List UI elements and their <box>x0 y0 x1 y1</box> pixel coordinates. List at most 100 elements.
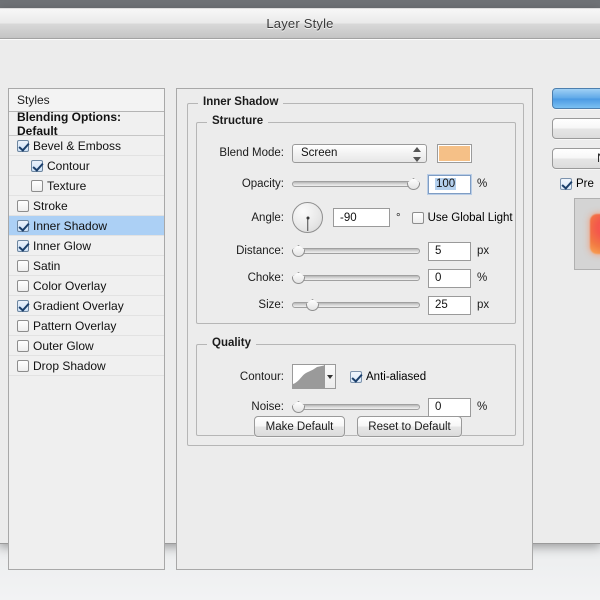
style-enable-checkbox[interactable] <box>17 279 29 292</box>
opacity-input[interactable]: 100 <box>428 174 471 194</box>
style-enable-checkbox[interactable] <box>17 239 29 252</box>
sidebar-item-satin[interactable]: Satin <box>9 256 164 276</box>
angle-input[interactable]: -90 <box>333 208 390 227</box>
size-input[interactable]: 25 <box>428 295 471 315</box>
sidebar-item-outer-glow[interactable]: Outer Glow <box>9 336 164 356</box>
size-slider-knob[interactable] <box>306 299 319 311</box>
blending-options-row[interactable]: Blending Options: Default <box>9 110 164 138</box>
quality-group-title: Quality <box>207 337 256 349</box>
contour-curve-icon <box>293 365 324 388</box>
preview-row: Pre <box>560 178 600 190</box>
size-unit: px <box>477 299 490 311</box>
sidebar-item-contour[interactable]: Contour <box>9 156 164 176</box>
sidebar-item-label: Satin <box>33 258 61 273</box>
noise-slider[interactable] <box>292 400 420 414</box>
noise-label: Noise: <box>251 401 284 413</box>
sidebar-item-stroke[interactable]: Stroke <box>9 196 164 216</box>
distance-input[interactable]: 5 <box>428 241 471 261</box>
preview-checkbox[interactable] <box>560 178 572 190</box>
style-enable-checkbox[interactable] <box>17 259 29 272</box>
style-enable-checkbox[interactable] <box>17 299 29 312</box>
distance-slider-knob[interactable] <box>292 245 305 257</box>
contour-curve-thumbnail <box>293 365 324 388</box>
angle-label: Angle: <box>251 211 284 224</box>
opacity-unit: % <box>477 178 488 190</box>
sidebar-item-label: Texture <box>47 178 87 193</box>
blend-mode-select[interactable]: Screen <box>292 143 427 163</box>
new-style-button[interactable]: New S <box>552 148 600 169</box>
ok-button[interactable]: O <box>552 88 600 109</box>
size-value: 25 <box>435 299 448 311</box>
opacity-slider-knob[interactable] <box>407 178 420 190</box>
style-enable-checkbox[interactable] <box>17 139 29 152</box>
inner-shadow-group: Inner Shadow Structure Blend Mode: Scree… <box>187 96 524 446</box>
cancel-button[interactable]: Can <box>552 118 600 139</box>
styles-list: Bevel & Emboss Contour Texture Stroke Inner … <box>9 136 164 376</box>
angle-dial[interactable] <box>292 202 323 233</box>
shadow-color-swatch[interactable] <box>437 143 472 163</box>
use-global-light-checkbox[interactable] <box>411 211 424 224</box>
styles-panel-title: Styles <box>17 93 50 107</box>
choke-row: Choke: 0 % <box>197 268 517 288</box>
choke-label: Choke: <box>247 272 284 284</box>
style-enable-checkbox[interactable] <box>31 159 43 172</box>
contour-preset-picker[interactable] <box>292 364 336 389</box>
reset-to-default-button[interactable]: Reset to Default <box>357 416 462 437</box>
sidebar-item-inner-glow[interactable]: Inner Glow <box>9 236 164 256</box>
choke-input[interactable]: 0 <box>428 268 471 288</box>
style-enable-checkbox[interactable] <box>17 339 29 352</box>
sidebar-item-label: Pattern Overlay <box>33 318 117 333</box>
anti-aliased-checkbox[interactable] <box>350 370 362 383</box>
blend-mode-value: Screen <box>301 147 338 159</box>
stepper-arrows-icon[interactable] <box>412 146 421 162</box>
styles-panel: Styles Blending Options: Default Bevel &… <box>8 88 165 570</box>
sidebar-item-label: Stroke <box>33 198 68 213</box>
sidebar-item-drop-shadow[interactable]: Drop Shadow <box>9 356 164 376</box>
size-label: Size: <box>258 299 284 311</box>
opacity-row: Opacity: 100 % <box>197 174 517 194</box>
structure-group-title: Structure <box>207 115 269 127</box>
noise-value: 0 <box>435 401 442 413</box>
dialog-body: Styles Blending Options: Default Bevel &… <box>0 39 600 570</box>
contour-dropdown-arrow-icon[interactable] <box>324 365 335 388</box>
choke-slider-track <box>292 275 420 281</box>
inner-shadow-panel: Inner Shadow Structure Blend Mode: Scree… <box>176 88 533 570</box>
dialog-title: Layer Style <box>266 16 334 31</box>
choke-slider-knob[interactable] <box>292 272 305 284</box>
sidebar-item-label: Color Overlay <box>33 278 107 293</box>
distance-row: Distance: 5 px <box>197 241 517 261</box>
angle-dial-needle <box>306 217 309 231</box>
style-enable-checkbox[interactable] <box>31 179 43 192</box>
size-slider[interactable] <box>292 298 420 312</box>
noise-slider-track <box>292 404 420 410</box>
distance-label: Distance: <box>236 245 284 257</box>
layer-style-dialog: Layer Style Styles Blending Options: Def… <box>0 8 600 570</box>
inner-shadow-group-title: Inner Shadow <box>198 96 284 108</box>
sidebar-item-texture[interactable]: Texture <box>9 176 164 196</box>
sidebar-item-pattern-overlay[interactable]: Pattern Overlay <box>9 316 164 336</box>
style-enable-checkbox[interactable] <box>17 199 29 212</box>
contour-row: Contour: Anti-aliased <box>197 363 517 390</box>
choke-slider[interactable] <box>292 271 420 285</box>
style-enable-checkbox[interactable] <box>17 219 29 232</box>
quality-group: Quality Contour: Anti-aliased Noise: 0 % <box>196 337 517 436</box>
make-default-button[interactable]: Make Default <box>254 416 345 437</box>
preview-label: Pre <box>576 178 594 190</box>
sidebar-item-label: Drop Shadow <box>33 358 106 373</box>
anti-aliased-label: Anti-aliased <box>366 370 427 383</box>
dialog-titlebar[interactable]: Layer Style <box>0 8 600 39</box>
sidebar-item-label: Bevel & Emboss <box>33 138 122 153</box>
opacity-slider[interactable] <box>292 177 420 191</box>
style-enable-checkbox[interactable] <box>17 319 29 332</box>
angle-value: -90 <box>340 211 357 224</box>
opacity-label: Opacity: <box>241 178 284 190</box>
style-enable-checkbox[interactable] <box>17 359 29 372</box>
blend-mode-row: Blend Mode: Screen <box>197 143 517 163</box>
distance-slider[interactable] <box>292 244 420 258</box>
sidebar-item-color-overlay[interactable]: Color Overlay <box>9 276 164 296</box>
sidebar-item-inner-shadow[interactable]: Inner Shadow <box>9 216 164 236</box>
sidebar-item-bevel-emboss[interactable]: Bevel & Emboss <box>9 136 164 156</box>
noise-input[interactable]: 0 <box>428 397 471 417</box>
noise-slider-knob[interactable] <box>292 401 305 413</box>
sidebar-item-gradient-overlay[interactable]: Gradient Overlay <box>9 296 164 316</box>
